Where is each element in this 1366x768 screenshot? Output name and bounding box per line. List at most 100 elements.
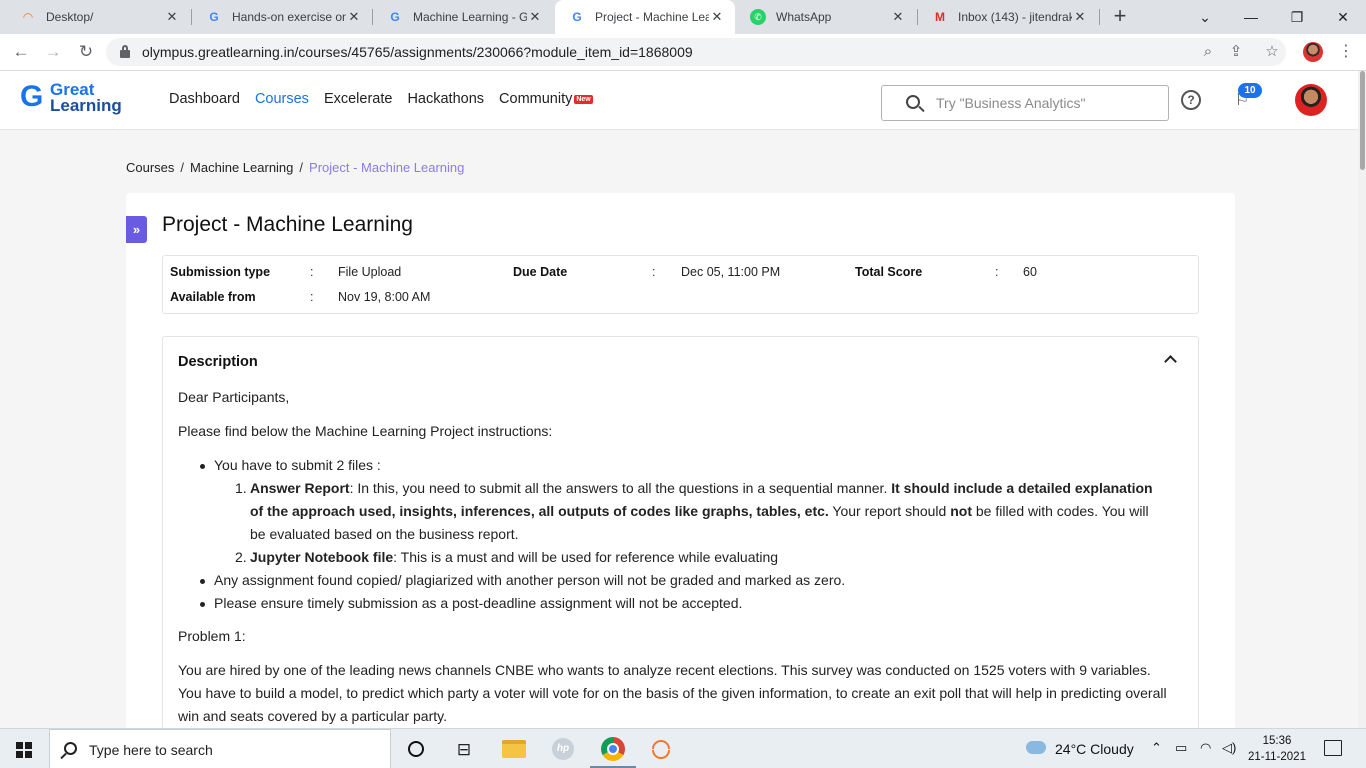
windows-taskbar: Type here to search ⊟ hp 24°C Cloudy ⌃ ▭…: [0, 728, 1366, 768]
new-badge: New: [574, 94, 593, 104]
available-from-value: Nov 19, 8:00 AM: [338, 290, 431, 304]
search-input[interactable]: [936, 93, 1156, 113]
close-tab-icon[interactable]: ✕: [164, 9, 180, 25]
jupyter-notebook-label: Jupyter Notebook file: [250, 549, 394, 565]
chevron-up-tray-icon[interactable]: ⌃: [1151, 740, 1162, 756]
greeting-text: Dear Participants,: [178, 389, 290, 405]
forward-arrow-icon[interactable]: →: [42, 41, 64, 63]
google-icon: G: [209, 10, 219, 24]
problem-heading: Problem 1:: [178, 628, 246, 644]
close-tab-icon[interactable]: ✕: [527, 9, 543, 25]
due-date-value: Dec 05, 11:00 PM: [681, 265, 781, 279]
taskbar-clock[interactable]: 15:36 21-11-2021: [1246, 733, 1308, 765]
nav-excelerate[interactable]: Excelerate: [324, 91, 393, 107]
wifi-icon[interactable]: ◠: [1200, 740, 1211, 756]
chrome-icon[interactable]: [601, 737, 625, 761]
logo-g-mark: G: [20, 80, 44, 113]
taskbar-search-box[interactable]: Type here to search: [49, 729, 391, 768]
whatsapp-icon: ✆: [750, 9, 766, 25]
back-arrow-icon[interactable]: ←: [10, 41, 32, 63]
minimize-icon[interactable]: —: [1228, 0, 1274, 34]
close-tab-icon[interactable]: ✕: [890, 9, 906, 25]
address-bar[interactable]: olympus.greatlearning.in/courses/45765/a…: [106, 38, 1286, 66]
submission-type-label: Submission type: [170, 265, 271, 279]
user-avatar[interactable]: [1295, 84, 1327, 116]
clock-date: 21-11-2021: [1248, 751, 1306, 763]
breadcrumb-separator: /: [299, 160, 304, 175]
nav-courses[interactable]: Courses: [255, 91, 309, 107]
expand-sidebar-button[interactable]: »: [126, 216, 147, 243]
tab-title: Machine Learning - G: [413, 10, 527, 24]
close-tab-icon[interactable]: ✕: [346, 9, 362, 25]
breadcrumb-current: Project - Machine Learning: [309, 160, 465, 175]
new-tab-button[interactable]: +: [1109, 5, 1131, 28]
notification-center-icon[interactable]: [1324, 740, 1342, 756]
files-list: 1. Answer Report: In this, you need to su…: [214, 477, 1168, 569]
item-text: Your report should: [828, 503, 951, 519]
jupyter-icon[interactable]: [651, 737, 671, 761]
available-from-label: Available from: [170, 290, 256, 304]
reload-icon[interactable]: ↻: [75, 41, 97, 63]
description-panel: Description Dear Participants, Please fi…: [162, 336, 1199, 756]
logo-text-line2: Learning: [50, 96, 122, 115]
course-search-box[interactable]: [881, 85, 1169, 121]
kebab-menu-icon[interactable]: ⋮: [1336, 41, 1356, 63]
intro-text: Please find below the Machine Learning P…: [178, 423, 553, 439]
nav-community[interactable]: Community New: [499, 91, 593, 107]
bookmark-star-icon[interactable]: ☆: [1262, 42, 1282, 62]
close-window-icon[interactable]: ✕: [1320, 0, 1366, 34]
hp-icon[interactable]: hp: [552, 738, 574, 760]
nav-hackathons[interactable]: Hackathons: [407, 91, 484, 107]
close-tab-icon[interactable]: ✕: [709, 9, 725, 25]
breadcrumb-courses[interactable]: Courses: [126, 160, 174, 175]
file-explorer-icon[interactable]: [502, 740, 526, 758]
browser-profile-avatar[interactable]: [1303, 42, 1323, 62]
meta-colon: :: [310, 290, 314, 304]
windows-start-icon[interactable]: [16, 742, 32, 758]
main-nav: Dashboard Courses Excelerate Hackathons …: [169, 91, 608, 107]
assignment-meta-panel: Submission type : File Upload Due Date :…: [162, 255, 1199, 314]
battery-icon[interactable]: ▭: [1175, 740, 1187, 756]
list-item: Please ensure timely submission as a pos…: [200, 592, 1168, 615]
cortana-icon[interactable]: [408, 741, 424, 757]
weather-text[interactable]: 24°C Cloudy: [1055, 741, 1134, 757]
browser-tab-hands-on[interactable]: G Hands-on exercise on ✕: [192, 0, 372, 34]
lock-icon: [120, 45, 130, 58]
tab-title: Project - Machine Lea: [595, 10, 709, 24]
restore-icon[interactable]: ❐: [1274, 0, 1320, 34]
tab-search-chevron-icon[interactable]: ⌄: [1182, 0, 1228, 34]
description-heading: Description: [178, 354, 258, 370]
bullet-text: You have to submit 2 files :: [214, 457, 381, 473]
great-learning-logo[interactable]: G Great Learning: [20, 79, 130, 119]
nav-community-label: Community: [499, 91, 573, 107]
browser-tab-ml[interactable]: G Machine Learning - G ✕: [373, 0, 553, 34]
search-icon: [64, 742, 77, 755]
page-scrollbar-thumb[interactable]: [1360, 71, 1365, 170]
weather-cloud-icon[interactable]: [1026, 741, 1046, 754]
google-icon: G: [390, 10, 400, 24]
tab-title: Hands-on exercise on: [232, 10, 346, 24]
problem-text: You are hired by one of the leading news…: [178, 662, 1167, 724]
jupyter-tab-icon: ◠: [23, 10, 33, 24]
zoom-icon[interactable]: ⌕: [1198, 42, 1218, 62]
browser-tab-project-active[interactable]: G Project - Machine Lea ✕: [555, 0, 735, 34]
close-tab-icon[interactable]: ✕: [1072, 9, 1088, 25]
due-date-label: Due Date: [513, 265, 568, 279]
browser-tab-gmail[interactable]: M Inbox (143) - jitendrak ✕: [918, 0, 1098, 34]
item-bold-text: not: [950, 503, 972, 519]
meta-colon: :: [652, 265, 656, 279]
share-icon[interactable]: ⇪: [1226, 42, 1246, 62]
browser-tab-desktop[interactable]: ◠ Desktop/ ✕: [6, 0, 190, 34]
task-view-icon[interactable]: ⊟: [451, 737, 477, 763]
volume-icon[interactable]: ◁): [1222, 740, 1236, 756]
search-icon: [906, 95, 920, 109]
nav-dashboard[interactable]: Dashboard: [169, 91, 240, 107]
help-icon[interactable]: ?: [1181, 90, 1201, 110]
breadcrumb-machine-learning[interactable]: Machine Learning: [190, 160, 293, 175]
collapse-chevron-up-icon[interactable]: [1164, 355, 1177, 368]
submission-type-value: File Upload: [338, 265, 402, 279]
tab-title: Inbox (143) - jitendrak: [958, 10, 1072, 24]
page-title: Project - Machine Learning: [162, 213, 413, 236]
browser-tab-whatsapp[interactable]: ✆ WhatsApp ✕: [736, 0, 916, 34]
item-text: : This is a must and will be used for re…: [393, 549, 779, 565]
